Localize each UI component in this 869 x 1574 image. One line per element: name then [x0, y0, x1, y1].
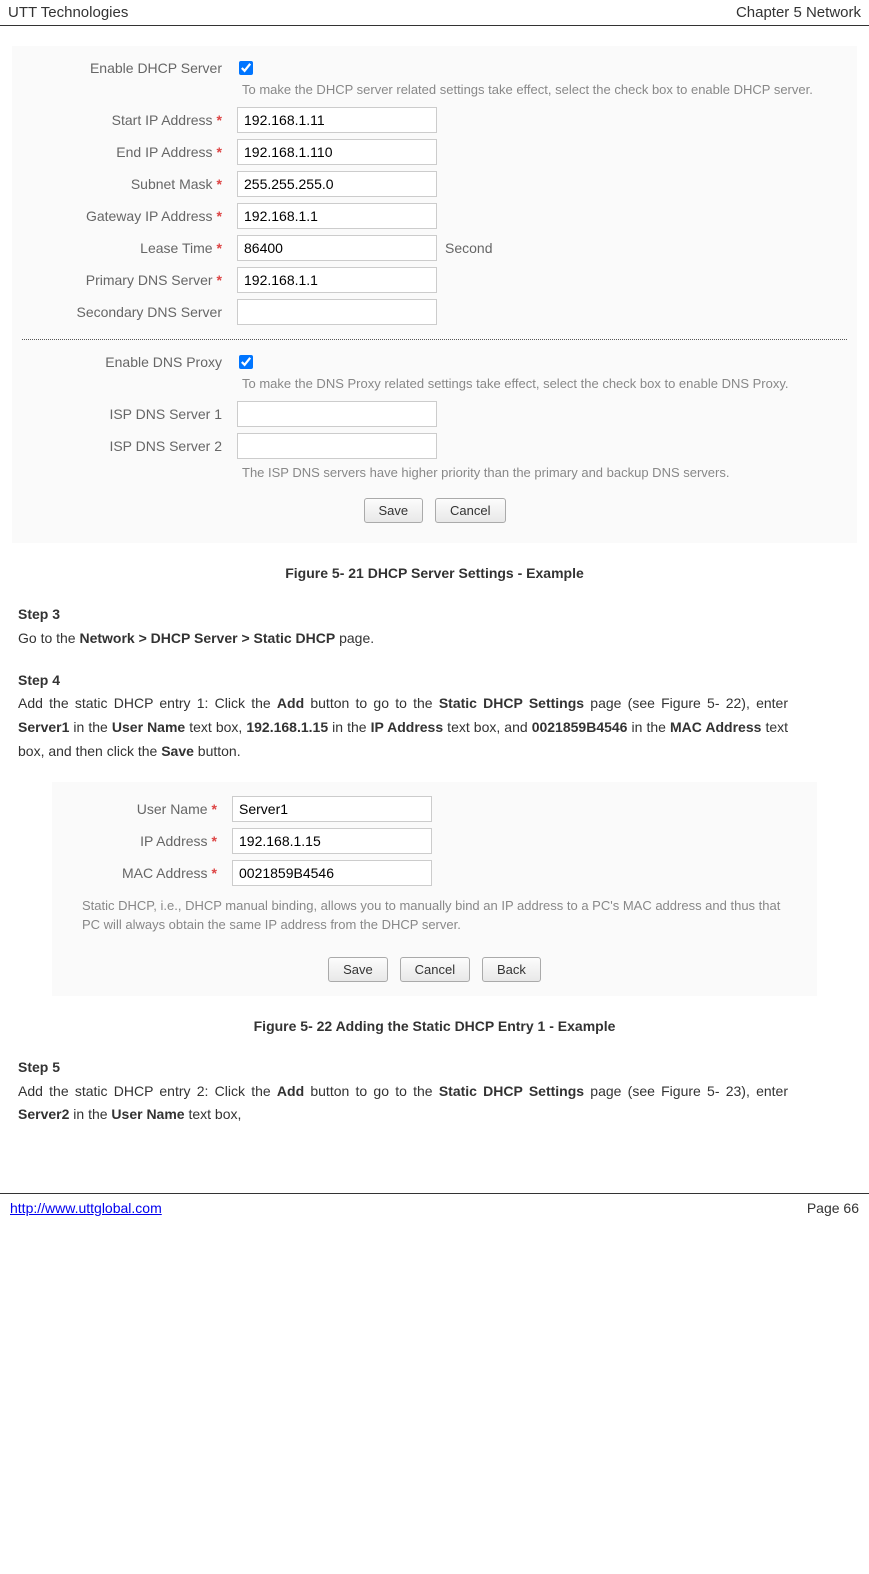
isp-dns2-label: ISP DNS Server 2 [22, 438, 227, 454]
secondary-dns-input[interactable] [237, 299, 437, 325]
enable-dhcp-label: Enable DHCP Server [22, 60, 227, 76]
isp-dns1-input[interactable] [237, 401, 437, 427]
primary-dns-label: Primary DNS Server [86, 272, 213, 288]
figure-2-caption: Figure 5- 22 Adding the Static DHCP Entr… [12, 1018, 857, 1034]
enable-dns-proxy-checkbox[interactable] [239, 355, 253, 369]
cancel-button[interactable]: Cancel [435, 498, 505, 523]
required-mark: * [217, 144, 222, 160]
user-name-input[interactable] [232, 796, 432, 822]
header-left: UTT Technologies [8, 4, 128, 21]
step-3: Step 3 Go to the Network > DHCP Server >… [18, 603, 851, 651]
ip-address-input[interactable] [232, 828, 432, 854]
static-dhcp-help: Static DHCP, i.e., DHCP manual binding, … [62, 892, 807, 939]
step-3-label: Step 3 [18, 603, 90, 627]
required-mark: * [217, 112, 222, 128]
start-ip-label: Start IP Address [112, 112, 213, 128]
back-button[interactable]: Back [482, 957, 541, 982]
isp-dns2-input[interactable] [237, 433, 437, 459]
enable-dns-proxy-label: Enable DNS Proxy [22, 354, 227, 370]
dhcp-form-section: Enable DHCP Server To make the DHCP serv… [12, 46, 857, 543]
isp-dns-priority-help: The ISP DNS servers have higher priority… [242, 465, 847, 480]
step-3-text: Go to the Network > DHCP Server > Static… [18, 627, 788, 651]
subnet-label: Subnet Mask [131, 176, 213, 192]
save-button[interactable]: Save [364, 498, 424, 523]
primary-dns-input[interactable] [237, 267, 437, 293]
isp-dns1-label: ISP DNS Server 1 [22, 406, 227, 422]
end-ip-input[interactable] [237, 139, 437, 165]
header-right: Chapter 5 Network [736, 4, 861, 21]
static-dhcp-form: User Name* IP Address* MAC Address* Stat… [52, 782, 817, 996]
mac-address-input[interactable] [232, 860, 432, 886]
step-5-text: Add the static DHCP entry 2: Click the A… [18, 1080, 788, 1128]
ip-address-label: IP Address [140, 833, 207, 849]
figure-1-caption: Figure 5- 21 DHCP Server Settings - Exam… [12, 565, 857, 581]
enable-dhcp-help: To make the DHCP server related settings… [242, 82, 847, 97]
lease-input[interactable] [237, 235, 437, 261]
enable-dns-proxy-help: To make the DNS Proxy related settings t… [242, 376, 847, 391]
divider [22, 339, 847, 340]
step-4-text: Add the static DHCP entry 1: Click the A… [18, 692, 788, 763]
secondary-dns-label: Secondary DNS Server [22, 304, 227, 320]
page-header: UTT Technologies Chapter 5 Network [0, 0, 869, 26]
subnet-input[interactable] [237, 171, 437, 197]
required-mark: * [217, 240, 222, 256]
required-mark: * [217, 272, 222, 288]
enable-dhcp-checkbox[interactable] [239, 61, 253, 75]
step-4: Step 4 Add the static DHCP entry 1: Clic… [18, 669, 851, 764]
start-ip-input[interactable] [237, 107, 437, 133]
gateway-input[interactable] [237, 203, 437, 229]
cancel-button-2[interactable]: Cancel [400, 957, 470, 982]
required-mark: * [212, 801, 217, 817]
step-5: Step 5 Add the static DHCP entry 2: Clic… [18, 1056, 851, 1127]
user-name-label: User Name [137, 801, 208, 817]
footer-url[interactable]: http://www.uttglobal.com [10, 1200, 162, 1216]
required-mark: * [212, 833, 217, 849]
required-mark: * [212, 865, 217, 881]
save-button-2[interactable]: Save [328, 957, 388, 982]
step-4-label: Step 4 [18, 669, 90, 693]
gateway-label: Gateway IP Address [86, 208, 213, 224]
footer-page: Page 66 [807, 1200, 859, 1216]
step-5-label: Step 5 [18, 1056, 90, 1080]
mac-address-label: MAC Address [122, 865, 208, 881]
end-ip-label: End IP Address [116, 144, 212, 160]
lease-label: Lease Time [140, 240, 212, 256]
lease-unit: Second [445, 240, 492, 256]
required-mark: * [217, 176, 222, 192]
required-mark: * [217, 208, 222, 224]
page-footer: http://www.uttglobal.com Page 66 [0, 1193, 869, 1222]
